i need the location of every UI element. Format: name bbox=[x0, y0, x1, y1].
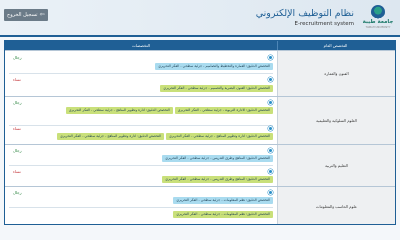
general-field: العلوم السلوكية والتعليمية bbox=[277, 97, 395, 144]
female-tags: التخصص الدقيق: نظم المعلومات - جزئية سطح… bbox=[9, 211, 273, 219]
male-section[interactable]: رجال bbox=[9, 53, 273, 62]
female-tags: التخصص الدقيق: الفنون البصرية والتصميم -… bbox=[9, 85, 273, 93]
spec-tag[interactable]: التخصص الدقيق: نظم المعلومات - جزئية سطح… bbox=[173, 211, 273, 218]
male-label: رجال bbox=[13, 100, 22, 105]
table-row: العلوم السلوكية والتعليمية رجال التخصص ا… bbox=[5, 96, 395, 144]
male-section[interactable]: رجال bbox=[9, 146, 273, 155]
male-label: رجال bbox=[13, 148, 22, 153]
male-label: رجال bbox=[13, 55, 22, 60]
expand-dot-icon[interactable] bbox=[268, 126, 273, 131]
expand-dot-icon[interactable] bbox=[268, 55, 273, 60]
female-section[interactable]: نساء bbox=[9, 75, 273, 84]
male-tags: التخصص الدقيق: نظم المعلومات - جزئية سطح… bbox=[9, 197, 273, 205]
divider bbox=[9, 207, 273, 208]
logo-emblem-icon bbox=[371, 5, 385, 19]
expand-dot-icon[interactable] bbox=[268, 77, 273, 82]
divider bbox=[9, 73, 273, 74]
female-section[interactable]: نساء bbox=[9, 167, 273, 176]
row-content: رجال التخصص الدقيق: الادارة التربوية - ج… bbox=[5, 97, 277, 144]
row-content: رجال التخصص الدقيق: العمارة والتخطيط وال… bbox=[5, 51, 277, 96]
male-section[interactable]: رجال bbox=[9, 98, 273, 107]
female-tags: التخصص الدقيق: ادارة وتطوير المناهج - جز… bbox=[9, 133, 273, 141]
app-header: ⇦ تسجيل الخروج نظام التوظيف الإلكتروني E… bbox=[0, 0, 400, 37]
expand-dot-icon[interactable] bbox=[268, 148, 273, 153]
col-specs-header: التخصصات bbox=[5, 41, 278, 50]
female-section[interactable]: نساء bbox=[9, 124, 273, 133]
expand-dot-icon[interactable] bbox=[268, 169, 273, 174]
spec-tag[interactable]: التخصص الدقيق: نظم المعلومات - جزئية سطح… bbox=[173, 197, 273, 204]
spec-tag[interactable]: التخصص الدقيق: ادارة وتطوير المناهج - جز… bbox=[166, 133, 273, 140]
row-content: رجال التخصص الدقيق: نظم المعلومات - جزئي… bbox=[5, 187, 277, 224]
male-section[interactable]: رجال bbox=[9, 188, 273, 197]
table-row: الفنون والعمارة رجال التخصص الدقيق: العم… bbox=[5, 50, 395, 96]
row-content: رجال التخصص الدقيق: المناهج وطرق التدريس… bbox=[5, 145, 277, 186]
expand-dot-icon[interactable] bbox=[268, 190, 273, 195]
logout-button[interactable]: ⇦ تسجيل الخروج bbox=[4, 9, 48, 21]
system-title-en: E-recruitment system bbox=[294, 21, 354, 27]
table-row: التعليم والتربية رجال التخصص الدقيق: الم… bbox=[5, 144, 395, 186]
expand-dot-icon[interactable] bbox=[268, 100, 273, 105]
logout-label: تسجيل الخروج bbox=[7, 12, 38, 18]
general-field: التعليم والتربية bbox=[277, 145, 395, 186]
spec-tag[interactable]: التخصص الدقيق: المناهج وطرق التدريس - جز… bbox=[162, 155, 273, 162]
male-tags: التخصص الدقيق: المناهج وطرق التدريس - جز… bbox=[9, 155, 273, 163]
spec-tag[interactable]: التخصص الدقيق: الفنون البصرية والتصميم -… bbox=[160, 85, 273, 92]
general-field: الفنون والعمارة bbox=[277, 51, 395, 96]
logout-icon: ⇦ bbox=[39, 11, 45, 18]
spec-tag[interactable]: التخصص الدقيق: ادارة وتطوير المناهج - جز… bbox=[65, 107, 173, 114]
table-row: علوم الحاسب والمعلومات رجال التخصص الدقي… bbox=[5, 186, 395, 224]
logo-name: جامعة طيبة bbox=[362, 19, 394, 25]
system-title-ar: نظام التوظيف الإلكتروني bbox=[255, 8, 354, 19]
spec-tag[interactable]: التخصص الدقيق: العمارة والتخطيط والتصامي… bbox=[155, 63, 273, 70]
divider bbox=[9, 165, 273, 166]
table-header: التخصصات التخصص العام bbox=[5, 41, 395, 50]
system-title: نظام التوظيف الإلكتروني E-recruitment sy… bbox=[256, 8, 354, 27]
university-logo: جامعة طيبة TAIBAH UNIVERSITY bbox=[362, 5, 394, 33]
male-tags: التخصص الدقيق: العمارة والتخطيط والتصامي… bbox=[9, 63, 273, 71]
col-field-header: التخصص العام bbox=[323, 43, 348, 48]
female-label: نساء bbox=[13, 126, 21, 131]
spec-tag[interactable]: التخصص الدقيق: ادارة وتطوير المناهج - جز… bbox=[57, 133, 165, 140]
general-field: علوم الحاسب والمعلومات bbox=[277, 187, 395, 224]
spec-tag[interactable]: التخصص الدقيق: الادارة التربوية - جزئية … bbox=[174, 107, 273, 114]
female-tags: التخصص الدقيق: المناهج وطرق التدريس - جز… bbox=[9, 176, 273, 184]
male-label: رجال bbox=[13, 190, 22, 195]
female-label: نساء bbox=[13, 77, 21, 82]
specializations-table: التخصصات التخصص العام الفنون والعمارة رج… bbox=[4, 40, 396, 225]
logo-sub: TAIBAH UNIVERSITY bbox=[365, 26, 391, 29]
female-label: نساء bbox=[13, 169, 21, 174]
male-tags: التخصص الدقيق: الادارة التربوية - جزئية … bbox=[9, 107, 273, 115]
spec-tag[interactable]: التخصص الدقيق: المناهج وطرق التدريس - جز… bbox=[162, 176, 273, 183]
